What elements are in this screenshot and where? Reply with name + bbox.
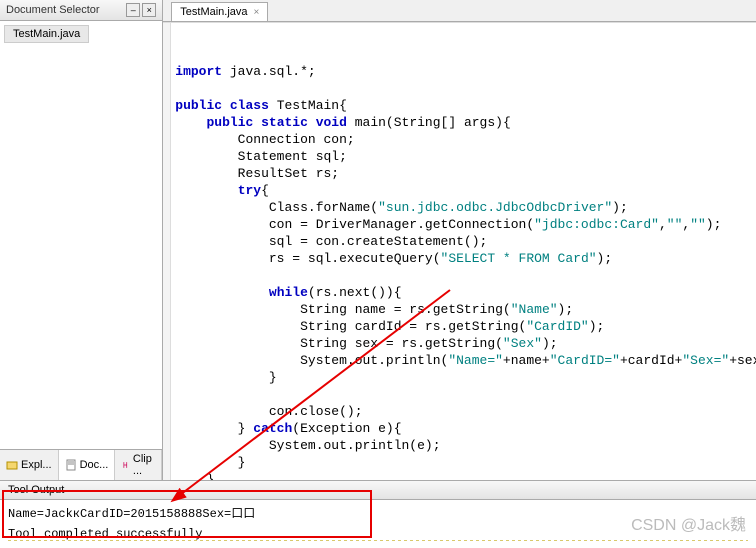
tool-output-title: Tool Output: [0, 481, 756, 500]
editor-panel: TestMain.java × import java.sql.*; publi…: [163, 0, 756, 480]
editor-tabs: TestMain.java ×: [163, 0, 756, 22]
document-item[interactable]: TestMain.java: [4, 25, 89, 43]
tab-documents-label: Doc...: [80, 459, 109, 471]
tab-explorer[interactable]: Expl...: [0, 450, 59, 480]
panel-minimize-button[interactable]: –: [126, 3, 140, 17]
panel-close-button[interactable]: ×: [142, 3, 156, 17]
explorer-icon: [6, 459, 18, 471]
clip-icon: [121, 459, 130, 471]
tab-clip-label: Clip ...: [133, 453, 155, 477]
code-editor[interactable]: import java.sql.*; public class TestMain…: [163, 22, 756, 480]
document-list: TestMain.java: [0, 21, 162, 449]
tab-clip[interactable]: Clip ...: [115, 450, 162, 480]
tab-explorer-label: Expl...: [21, 459, 52, 471]
document-icon: [65, 459, 77, 471]
gutter: [163, 23, 171, 480]
panel-title: Document Selector: [6, 4, 124, 16]
document-selector-panel: Document Selector – × TestMain.java Expl…: [0, 0, 163, 480]
tab-documents[interactable]: Doc...: [59, 450, 116, 480]
watermark: CSDN @Jack魏: [631, 511, 746, 535]
left-tabs: Expl... Doc... Clip ...: [0, 449, 162, 480]
panel-header: Document Selector – ×: [0, 0, 162, 21]
close-icon[interactable]: ×: [254, 7, 260, 18]
editor-tab[interactable]: TestMain.java ×: [171, 2, 268, 21]
editor-tab-label: TestMain.java: [180, 6, 247, 18]
